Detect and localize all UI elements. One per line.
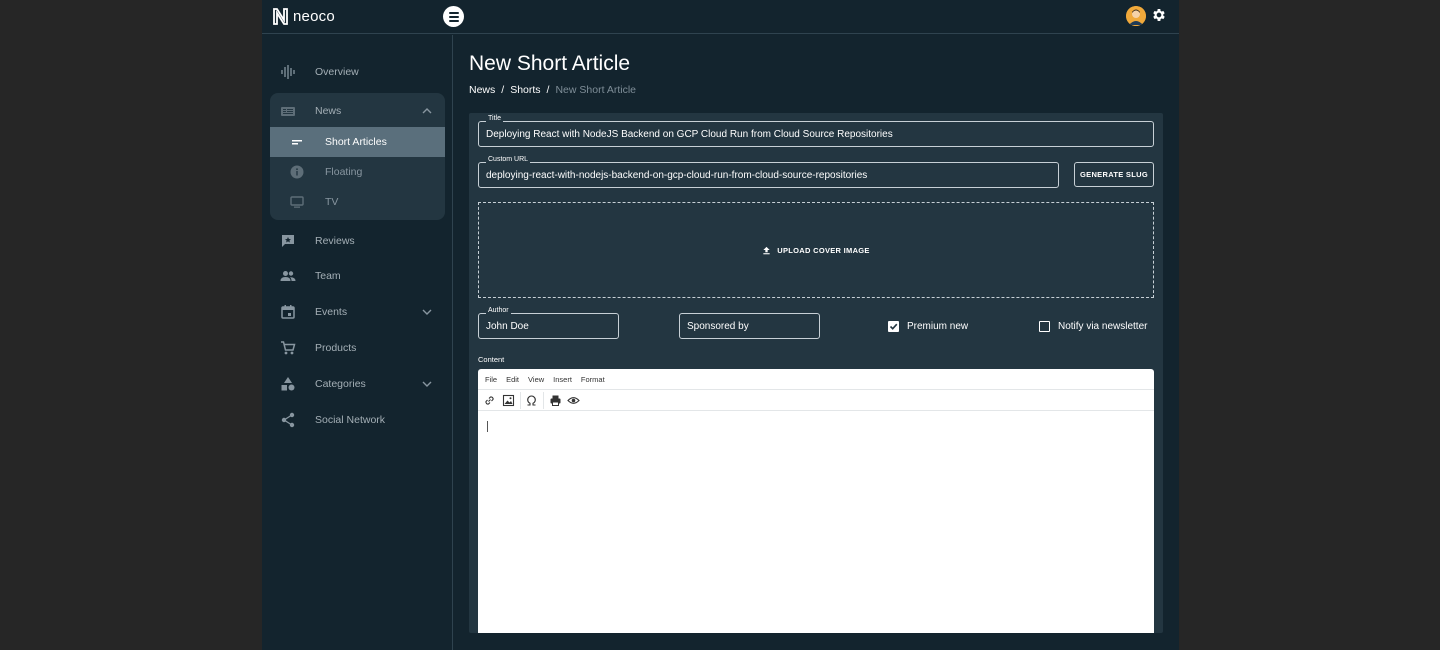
menu-view[interactable]: View <box>528 375 544 384</box>
breadcrumb-current: New Short Article <box>555 84 636 96</box>
news-group: News Short Articles Floating TV <box>270 93 445 220</box>
check-icon <box>889 323 897 330</box>
content-label: Content <box>478 355 505 364</box>
sidebar: Overview News Short Articles Floating TV… <box>262 35 453 650</box>
rich-text-editor: File Edit View Insert Format <box>478 369 1154 633</box>
sidebar-item-label: Products <box>315 342 357 354</box>
editor-toolbar <box>478 390 1154 411</box>
sidebar-item-products[interactable]: Products <box>270 333 445 363</box>
sidebar-item-label: Team <box>315 270 341 282</box>
custom-url-value: deploying-react-with-nodejs-backend-on-g… <box>486 170 868 181</box>
avatar-icon <box>1126 6 1146 26</box>
image-icon[interactable] <box>502 394 515 407</box>
app-window: neoco Overview News Short Articles Float… <box>262 0 1179 650</box>
user-avatar[interactable] <box>1126 6 1146 26</box>
short-text-icon <box>292 140 302 145</box>
main-content: New Short Article News / Shorts / New Sh… <box>454 35 1179 650</box>
print-icon[interactable] <box>549 394 562 407</box>
author-field[interactable]: Author John Doe <box>478 307 619 339</box>
breadcrumb-news[interactable]: News <box>469 84 495 96</box>
rate-review-icon <box>282 235 294 247</box>
breadcrumb-shorts[interactable]: Shorts <box>510 84 540 96</box>
chevron-down-icon <box>422 381 432 387</box>
menu-edit[interactable]: Edit <box>506 375 519 384</box>
calendar-icon <box>281 305 295 319</box>
upload-icon <box>763 246 770 254</box>
menu-insert[interactable]: Insert <box>553 375 572 384</box>
checkbox-checked[interactable] <box>888 321 899 332</box>
share-icon <box>281 412 295 428</box>
cart-icon <box>281 341 296 355</box>
info-icon <box>290 165 304 179</box>
sidebar-item-reviews[interactable]: Reviews <box>270 226 445 256</box>
sponsored-by-field[interactable]: Sponsored by <box>679 313 820 339</box>
title-field[interactable]: Title Deploying React with NodeJS Backen… <box>478 115 1154 147</box>
sponsored-by-placeholder: Sponsored by <box>687 321 749 332</box>
upload-cover-image-dropzone[interactable]: UPLOAD COVER IMAGE <box>478 202 1154 298</box>
upload-cover-label: UPLOAD COVER IMAGE <box>777 245 870 255</box>
sidebar-item-label: Floating <box>325 166 363 178</box>
sidebar-item-events[interactable]: Events <box>270 297 445 327</box>
logo[interactable]: neoco <box>273 8 335 25</box>
gear-icon[interactable] <box>1151 7 1167 23</box>
custom-url-field[interactable]: Custom URL deploying-react-with-nodejs-b… <box>478 156 1059 188</box>
editor-menubar: File Edit View Insert Format <box>478 369 1154 390</box>
category-icon <box>281 377 295 391</box>
breadcrumb-separator: / <box>546 84 550 96</box>
premium-label: Premium new <box>907 321 969 332</box>
top-bar: neoco <box>262 0 1179 34</box>
premium-checkbox[interactable]: Premium new <box>888 321 968 332</box>
sidebar-item-floating[interactable]: Floating <box>270 157 445 187</box>
toolbar-separator <box>520 392 521 409</box>
preview-icon[interactable] <box>567 394 580 407</box>
sidebar-item-label: Social Network <box>315 414 386 426</box>
hamburger-menu-button[interactable] <box>443 6 464 27</box>
sidebar-item-label: Categories <box>315 378 366 390</box>
author-value: John Doe <box>486 321 529 332</box>
sidebar-item-news[interactable]: News <box>270 96 445 126</box>
title-label: Title <box>486 115 503 122</box>
omega-icon[interactable] <box>525 394 538 407</box>
title-value: Deploying React with NodeJS Backend on G… <box>486 129 893 140</box>
menu-file[interactable]: File <box>485 375 497 384</box>
sidebar-item-label: Short Articles <box>325 136 387 148</box>
neoco-logo-icon <box>273 8 288 25</box>
sidebar-item-label: News <box>315 105 342 117</box>
newsletter-label: Notify via newsletter <box>1058 321 1148 332</box>
sidebar-item-label: TV <box>325 196 339 208</box>
sidebar-item-tv[interactable]: TV <box>270 187 445 217</box>
article-form: Title Deploying React with NodeJS Backen… <box>469 113 1163 633</box>
newsletter-checkbox[interactable]: Notify via newsletter <box>1039 321 1147 332</box>
sidebar-item-team[interactable]: Team <box>270 261 445 291</box>
checkbox-unchecked[interactable] <box>1039 321 1050 332</box>
breadcrumb-separator: / <box>501 84 505 96</box>
generate-slug-button[interactable]: GENERATE SLUG <box>1074 162 1154 187</box>
newspaper-icon <box>281 107 295 116</box>
sidebar-item-social-network[interactable]: Social Network <box>270 405 445 435</box>
chevron-up-icon <box>422 108 432 114</box>
page-title: New Short Article <box>469 52 631 75</box>
editor-content-area[interactable] <box>478 411 1154 633</box>
author-label: Author <box>486 307 511 314</box>
custom-url-label: Custom URL <box>486 156 531 163</box>
brand-name: neoco <box>293 8 335 25</box>
link-icon[interactable] <box>483 394 496 407</box>
sidebar-item-label: Reviews <box>315 235 355 247</box>
sidebar-item-label: Overview <box>315 66 359 78</box>
waveform-icon <box>281 65 295 79</box>
sidebar-item-categories[interactable]: Categories <box>270 369 445 399</box>
people-icon <box>280 271 296 281</box>
toolbar-separator <box>543 392 544 409</box>
breadcrumb: News / Shorts / New Short Article <box>469 84 636 96</box>
menu-format[interactable]: Format <box>581 375 605 384</box>
sidebar-item-label: Events <box>315 306 348 318</box>
sidebar-item-overview[interactable]: Overview <box>270 57 445 87</box>
text-caret <box>487 421 488 432</box>
tv-icon <box>290 196 304 208</box>
sidebar-item-short-articles[interactable]: Short Articles <box>270 127 445 157</box>
chevron-down-icon <box>422 309 432 315</box>
